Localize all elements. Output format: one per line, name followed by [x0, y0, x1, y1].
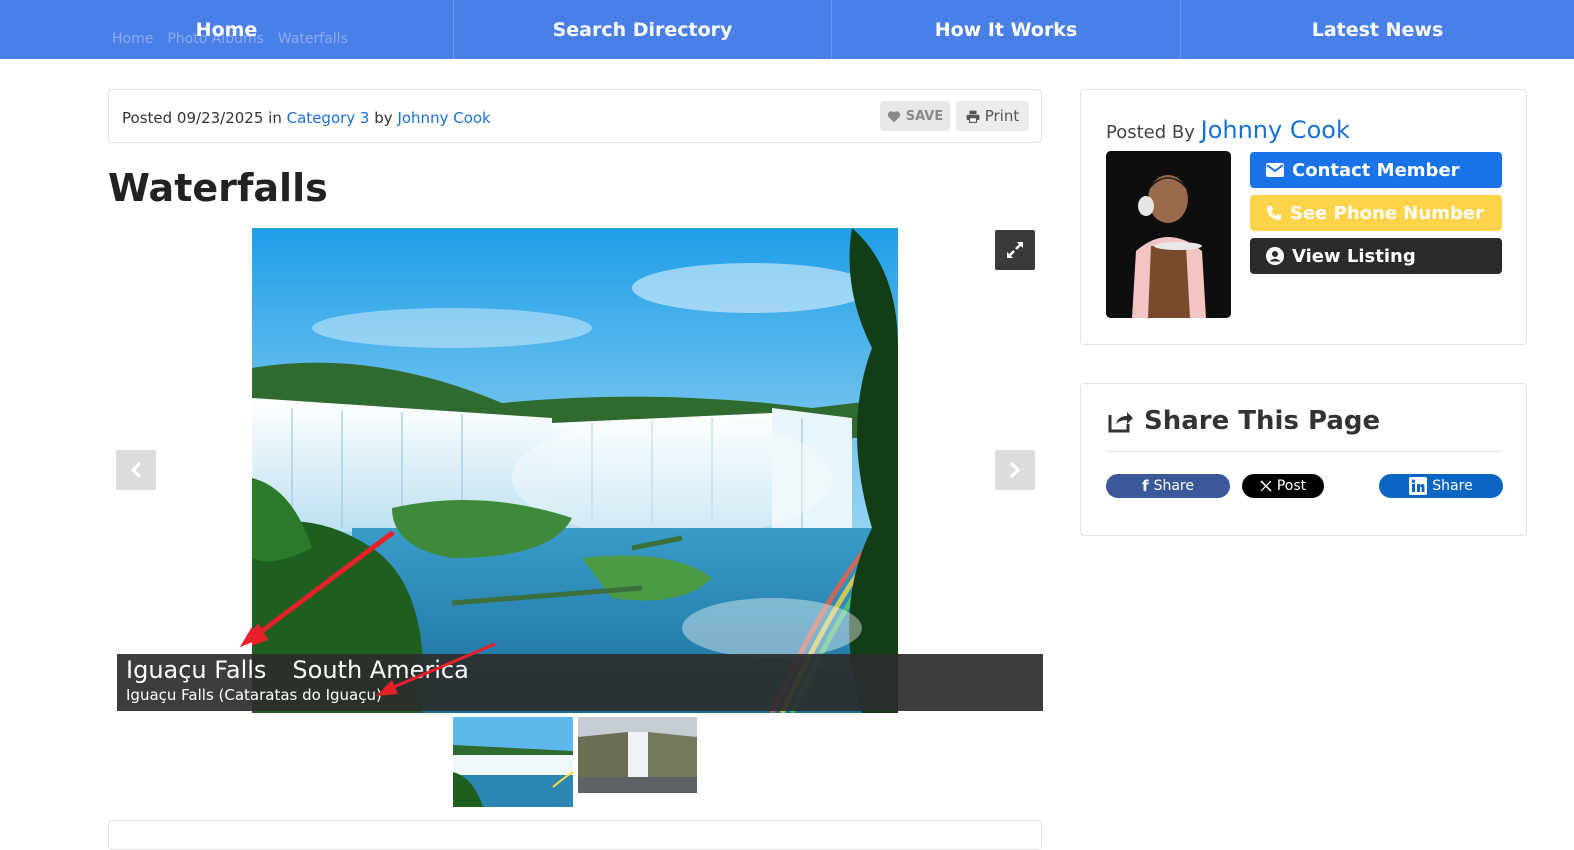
- thumbnail-skogafoss[interactable]: [578, 717, 697, 793]
- phone-icon: [1267, 206, 1281, 220]
- save-label: SAVE: [905, 108, 944, 124]
- nav-how-it-works[interactable]: How It Works: [832, 0, 1181, 59]
- facebook-icon: f: [1142, 477, 1149, 495]
- nav-search-directory[interactable]: Search Directory: [454, 0, 832, 59]
- posted-by-label: Posted By: [1106, 122, 1195, 143]
- see-phone-button[interactable]: See Phone Number: [1250, 195, 1502, 231]
- save-button[interactable]: SAVE: [880, 101, 950, 131]
- x-logo-icon: [1260, 480, 1272, 492]
- expand-icon: [1007, 242, 1023, 258]
- post-meta-bar: Posted 09/23/2025 in Category 3 by Johnn…: [108, 89, 1042, 143]
- avatar[interactable]: [1106, 151, 1231, 318]
- printer-icon: [966, 110, 980, 123]
- envelope-icon: [1266, 163, 1284, 177]
- thumbnail-skogafoss-image: [578, 717, 697, 793]
- nav-home[interactable]: Home: [0, 0, 454, 59]
- nav-latest-news[interactable]: Latest News: [1181, 0, 1574, 59]
- breadcrumb-photo-albums[interactable]: Photo Albums: [167, 31, 264, 47]
- x-post-label: Post: [1276, 478, 1307, 494]
- user-circle-icon: [1266, 247, 1284, 265]
- posted-by-card: Posted By Johnny Cook Contact Member See…: [1080, 89, 1527, 345]
- facebook-share-button[interactable]: f Share: [1106, 474, 1230, 498]
- share-card: Share This Page f Share Post Share: [1080, 383, 1527, 536]
- view-listing-label: View Listing: [1292, 245, 1416, 267]
- in-text: in: [268, 109, 282, 127]
- linkedin-share-button[interactable]: Share: [1379, 474, 1503, 498]
- print-label: Print: [984, 107, 1020, 125]
- share-square-icon: [1108, 412, 1133, 433]
- author-link[interactable]: Johnny Cook: [397, 109, 490, 127]
- share-divider: [1106, 451, 1502, 452]
- avatar-photo: [1106, 151, 1231, 318]
- breadcrumb-home[interactable]: Home: [112, 31, 153, 47]
- caption-subtitle: Iguaçu Falls (Cataratas do Iguaçu): [126, 686, 382, 704]
- contact-member-label: Contact Member: [1292, 159, 1460, 181]
- by-text: by: [374, 109, 393, 127]
- image-caption-bar: Iguaçu Falls South America Iguaçu Falls …: [117, 654, 1043, 711]
- caption-main: Iguaçu Falls South America: [126, 656, 469, 684]
- breadcrumb: Home Photo Albums Waterfalls: [112, 31, 348, 47]
- chevron-right-icon: [1009, 461, 1021, 479]
- fullscreen-button[interactable]: [995, 230, 1035, 270]
- linkedin-icon: [1409, 477, 1428, 495]
- caption-title: Iguaçu Falls: [126, 656, 267, 684]
- share-title-text: Share This Page: [1144, 406, 1381, 436]
- view-listing-button[interactable]: View Listing: [1250, 238, 1502, 274]
- next-image-button[interactable]: [995, 450, 1035, 490]
- post-date: 09/23/2025: [176, 109, 264, 127]
- category-link[interactable]: Category 3: [287, 109, 370, 127]
- x-post-button[interactable]: Post: [1242, 474, 1324, 498]
- thumbnail-iguacu[interactable]: [453, 717, 573, 807]
- thumbnail-iguacu-image: [453, 717, 573, 807]
- see-phone-label: See Phone Number: [1290, 202, 1484, 224]
- caption-location: South America: [292, 656, 469, 684]
- posted-prefix: Posted: [122, 109, 173, 127]
- contact-member-button[interactable]: Contact Member: [1250, 152, 1502, 188]
- prev-image-button[interactable]: [116, 450, 156, 490]
- print-button[interactable]: Print: [956, 101, 1029, 131]
- linkedin-share-label: Share: [1432, 478, 1473, 494]
- chevron-left-icon: [130, 461, 142, 479]
- heart-icon: [887, 110, 900, 122]
- facebook-share-label: Share: [1153, 478, 1194, 494]
- post-meta-text: Posted 09/23/2025 in Category 3 by Johnn…: [122, 109, 491, 127]
- top-nav: Home Search Directory How It Works Lates…: [0, 0, 1574, 59]
- page-title: Waterfalls: [108, 166, 328, 210]
- posted-by: Posted By Johnny Cook: [1106, 116, 1350, 144]
- breadcrumb-current: Waterfalls: [277, 31, 348, 47]
- share-title: Share This Page: [1108, 406, 1380, 436]
- content-box: [108, 820, 1042, 850]
- posted-by-author-link[interactable]: Johnny Cook: [1201, 116, 1350, 144]
